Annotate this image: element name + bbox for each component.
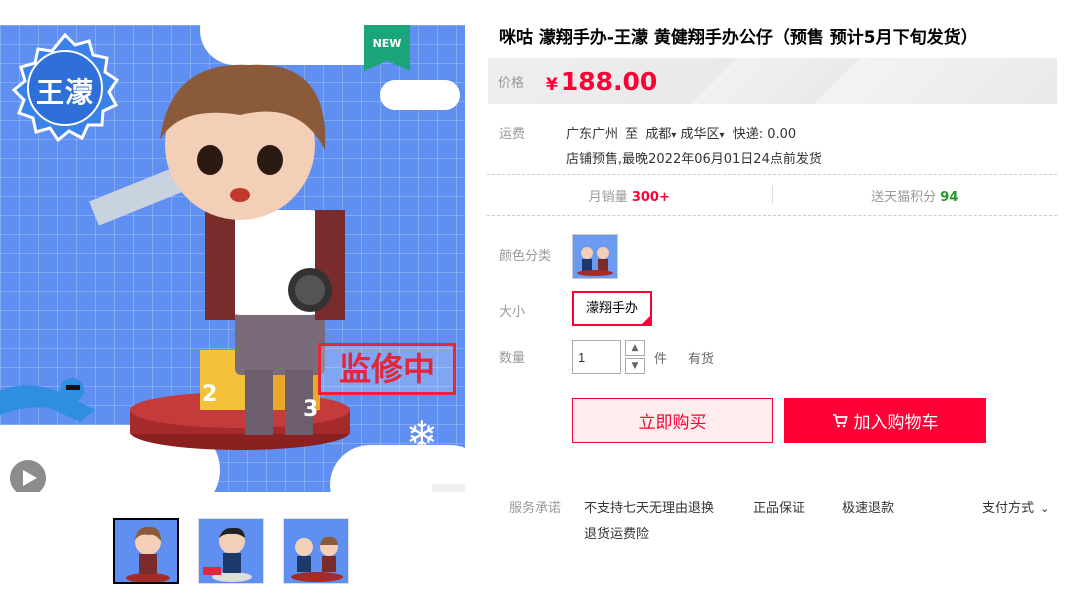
buy-now-button[interactable]: 立即购买: [572, 398, 773, 443]
podium-number: 3: [303, 397, 319, 422]
monthly-sales-label: 月销量: [588, 189, 628, 205]
points-value: 94: [940, 189, 959, 205]
snowflake-icon: ❄: [406, 413, 438, 457]
snowflake-icon: ❄: [336, 457, 355, 482]
quantity-label: 数量: [499, 351, 526, 366]
size-label: 大小: [499, 305, 526, 320]
shipping-label: 运费: [499, 127, 526, 142]
district-name: 成华区: [680, 127, 720, 142]
price-amount: 188.00: [560, 66, 658, 96]
shipping-route: 广东广州 至 成都▾ 成华区▾ 快递: 0.00: [566, 123, 796, 142]
chevron-down-icon: ⌄: [1040, 502, 1050, 515]
color-thumbnail-icon: [577, 247, 613, 276]
currency-symbol: ¥: [546, 74, 558, 95]
points-label: 送天猫积分: [871, 189, 937, 205]
shipping-from: 广东广州: [566, 127, 619, 142]
stock-status: 有货: [688, 352, 715, 367]
shipping-to-word: 至: [625, 127, 639, 142]
play-icon: [23, 470, 37, 486]
zoom-button[interactable]: [432, 484, 465, 492]
quantity-increase-button[interactable]: ▲: [625, 340, 645, 356]
play-video-button[interactable]: [8, 458, 48, 492]
thumbnail-figure-icon: [126, 526, 170, 582]
chevron-down-icon: ▾: [719, 130, 725, 141]
price-label: 价格: [498, 75, 525, 91]
payment-methods-dropdown[interactable]: 支付方式 ⌄: [982, 497, 1049, 516]
city-selector[interactable]: 成都▾: [645, 127, 676, 142]
service-item[interactable]: 退货运费险: [584, 523, 649, 542]
service-label: 服务承诺: [509, 501, 562, 516]
chevron-down-icon: ▼: [631, 361, 639, 371]
quantity-input[interactable]: [572, 340, 621, 374]
presale-note: 店铺预售,最晚2022年06月01日24点前发货: [566, 152, 822, 167]
skater-illustration: [0, 378, 95, 422]
cart-icon: [832, 414, 848, 428]
color-option-swatch[interactable]: [572, 234, 618, 279]
quantity-decrease-button[interactable]: ▼: [625, 358, 645, 374]
thumbnail-strip: [113, 518, 349, 584]
search-icon: [440, 492, 458, 493]
chevron-down-icon: ▾: [671, 130, 677, 141]
chevron-up-icon: ▲: [631, 343, 639, 353]
product-page: 王濛 NEW 2 3 监修中 ❄ ❄ 咪咕 濛翔手办-王濛 黄健翔手办公仔（预售…: [0, 0, 1080, 614]
price-bar: 价格 ¥188.00: [488, 58, 1057, 104]
payment-label: 支付方式: [982, 501, 1035, 516]
supervision-stamp: 监修中: [318, 343, 456, 395]
service-item[interactable]: 不支持七天无理由退换: [584, 497, 714, 516]
product-title: 咪咕 濛翔手办-王濛 黄健翔手办公仔（预售 预计5月下旬发货）: [499, 28, 978, 48]
add-to-cart-label: 加入购物车: [853, 413, 939, 433]
buy-now-label: 立即购买: [638, 413, 707, 433]
city-name: 成都: [645, 127, 672, 142]
service-item[interactable]: 正品保证: [753, 497, 805, 516]
service-item[interactable]: 极速退款: [842, 497, 894, 516]
tmall-points: 送天猫积分 94: [773, 186, 1058, 205]
size-option-selected[interactable]: 濛翔手办: [572, 291, 652, 326]
add-to-cart-button[interactable]: 加入购物车: [784, 398, 986, 443]
thumbnail-1[interactable]: [113, 518, 179, 584]
district-selector[interactable]: 成华区▾: [681, 127, 725, 142]
thumbnail-2[interactable]: [198, 518, 264, 584]
thumbnail-figure-icon: [203, 527, 252, 582]
color-label: 颜色分类: [499, 249, 552, 264]
thumbnail-3[interactable]: [283, 518, 349, 584]
podium-number: 2: [202, 382, 218, 407]
main-product-image[interactable]: 王濛 NEW 2 3 监修中 ❄ ❄: [0, 25, 465, 492]
cloud-decoration: [380, 80, 460, 110]
stats-bar: 月销量 300+ 送天猫积分 94: [487, 174, 1057, 216]
monthly-sales-value: 300+: [631, 189, 670, 205]
monthly-sales: 月销量 300+: [487, 186, 772, 205]
selected-check-icon: [641, 315, 651, 325]
quantity-unit: 件: [654, 352, 668, 367]
price-value: ¥188.00: [546, 67, 657, 96]
thumbnail-figure-icon: [291, 536, 343, 582]
size-option-text: 濛翔手办: [585, 301, 638, 316]
express-fee: 快递: 0.00: [732, 127, 797, 142]
